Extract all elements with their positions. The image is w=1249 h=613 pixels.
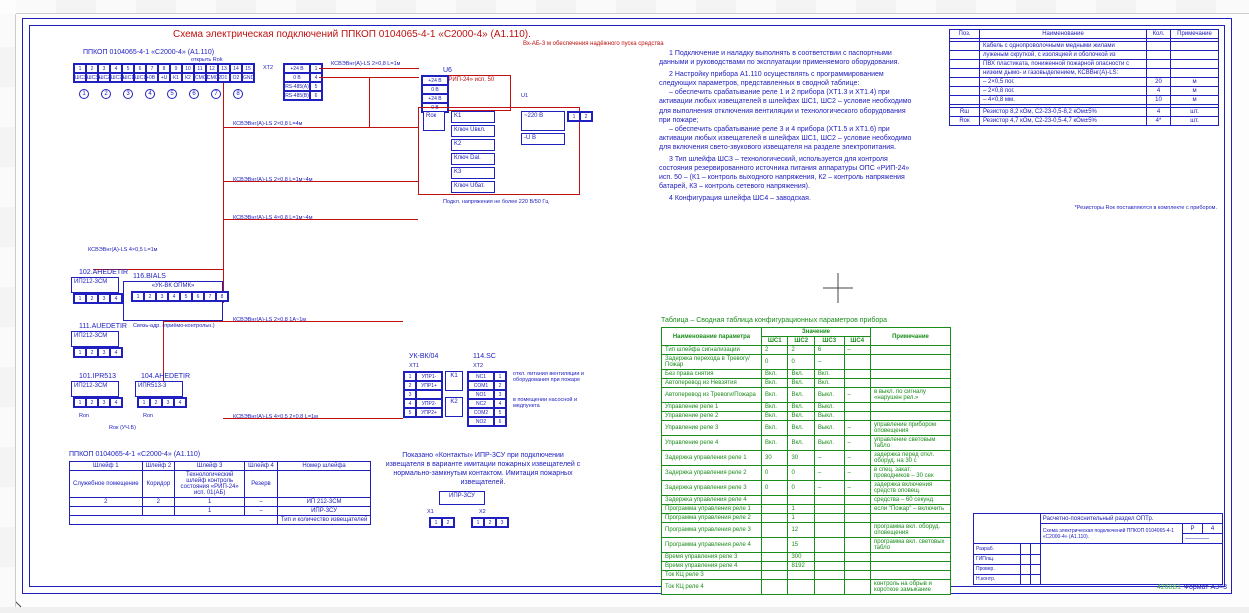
- det-ref-3: 101.IPR513: [79, 373, 116, 380]
- circle-6: 6: [189, 89, 199, 99]
- det-terms-2: 1234: [73, 347, 123, 358]
- ipr-box: ИПR513-3: [135, 381, 183, 397]
- ukvk-xt1-names: УПР1- УПР1+ УПР2- УПР2+: [415, 371, 443, 418]
- circle-4: 4: [145, 89, 155, 99]
- wire-label-7: КСВЭВнг(А)-LS 4×0,5 2×0,8 L=1м: [233, 414, 318, 420]
- ipr-terms: 1234: [137, 397, 187, 408]
- ukvk-xt1: XT1: [409, 363, 419, 369]
- rok-label-2: Ron: [143, 413, 153, 419]
- ipr-ref: 104.AHEDETIR: [141, 373, 190, 380]
- circle-5: 5: [167, 89, 177, 99]
- relay-k2: K2: [451, 139, 495, 151]
- ipr3su-x1-terms: 12: [429, 517, 455, 528]
- cad-viewport[interactable]: Схема электрическая подключений ППКОП 01…: [0, 0, 1249, 607]
- title-block: Расчетно-пояснительный раздел ОПТр. Схем…: [973, 513, 1223, 585]
- circle-7: 7: [211, 89, 221, 99]
- wire-segment: [223, 418, 403, 419]
- main-device-terminals-names: ШС3-ШС3+ШС2-ШС2+ШС1-ШС1+0В+UК1К2CMC1CMC2…: [73, 72, 255, 83]
- ukvk-k1: K1: [445, 371, 463, 391]
- relay-k3: K3: [451, 167, 495, 179]
- ukvk-k2: K2: [445, 397, 463, 417]
- config-table-title: Таблица – Сводная таблица конфигурационн…: [661, 316, 887, 325]
- wire-label-6: КСВЭВнг(А)-LS 2×0,8 1A~1м: [233, 317, 306, 323]
- status-format: Формат A3×3: [1184, 584, 1227, 591]
- crosshair-icon: [823, 273, 853, 303]
- config-table: Наименование параметра Значение Примечан…: [661, 327, 951, 595]
- circle-8: 8: [233, 89, 243, 99]
- ipr3su-x2: X2: [479, 509, 486, 515]
- rok-label-1: Ron: [79, 413, 89, 419]
- wire-segment: [223, 181, 418, 182]
- det-box-3: ИП212-3СМ: [71, 381, 119, 397]
- u1-terminals: ~220 В: [521, 111, 565, 131]
- notes-block: 1 Подключение и наладку выполнять в соот…: [659, 49, 919, 204]
- relay-kluch-ubkl: Ключ Uвкл.: [451, 125, 495, 137]
- wire-label-3: КСВЭВнг(А)-LS 2×0,8 L=1м~4м: [233, 177, 312, 183]
- circle-3: 3: [123, 89, 133, 99]
- ruler-horizontal: [16, 0, 1249, 14]
- ukvk-xt2-nums: 123456: [493, 371, 507, 427]
- bials-ref: 116.BIALS: [133, 273, 166, 280]
- det-ref-1: 102.AHEDETIR: [79, 269, 128, 276]
- lower-table-title: ППКОП 0104065-4-1 «С2000-4» (А1.110): [69, 451, 200, 458]
- wire-segment: [223, 127, 418, 128]
- drawing-sheet[interactable]: Схема электрическая подключений ППКОП 01…: [22, 18, 1232, 594]
- rip-ref: U6: [443, 67, 452, 74]
- wire-segment: [163, 321, 403, 322]
- ipr3su-x2-terms: 123: [471, 517, 509, 528]
- lower-table: Шлейф 1 Шлейф 2 Шлейф 3 Шлейф 4 Номер шл…: [69, 461, 371, 525]
- main-device-label: ППКОП 0104065-4-1 «С2000-4» (А1.110): [83, 49, 214, 56]
- rok-label-3: Rок (УЧ.Б): [109, 425, 136, 431]
- relay-u1-ref: U1: [521, 93, 528, 99]
- xt2-label: XT2: [263, 65, 273, 71]
- bom-table: Поз. Наименование Кол. Примечание Кабель…: [949, 29, 1219, 126]
- wire-label-4: КСВЭВнг(А)-LS 4×0,8 L=1м~4м: [233, 215, 312, 221]
- bom-footnote: *Резисторы Rок поставляются в комплекте …: [1075, 205, 1217, 211]
- relay-note: Подкл. напряжения не более 220 В/50 Гц: [443, 199, 548, 205]
- bials-terms: 12345678: [131, 291, 229, 302]
- main-device-xt2-right: +24 В 0 В RS-485(A) RS-485(B): [283, 63, 311, 101]
- status-coord: 4268B1: [1157, 584, 1181, 591]
- ipr3su-note: Показано «Контакты» ИПР-3СУ при подключе…: [383, 451, 583, 487]
- wire-label-1: КСВЭВнг(А)-LS 2×0,8 L=1м: [331, 61, 400, 67]
- det-ref-2: 111.AUEDETIR: [79, 323, 127, 330]
- ipr3su-label: ИПР-3СУ: [439, 491, 485, 505]
- rip-label: «РИП-24» исп. 50: [444, 76, 510, 84]
- ruler-vertical: [0, 14, 16, 607]
- top-annotation: Вх-АБ-3 м обеспечения надёжного пуска ср…: [523, 41, 664, 47]
- relay-inner-small: Rок: [423, 111, 445, 131]
- u1-rlabel: -U B: [521, 133, 565, 145]
- wire-segment: [223, 83, 224, 303]
- circle-2: 2: [101, 89, 111, 99]
- ukvk-note: откл. питания вентиляции и оборудования …: [513, 371, 603, 383]
- relay-kluch-ubat: Ключ Uбат.: [451, 181, 495, 193]
- ukvk-ref: 114.SC: [473, 353, 496, 360]
- wire-label-5: КСВЭВнг(А)-LS 4×0,5 L=1м: [88, 247, 157, 253]
- det-box-2: ИП212-3СМ: [71, 331, 119, 347]
- relay-kluch-dal: Ключ Dal.: [451, 153, 495, 165]
- wire-segment: [223, 219, 418, 220]
- relay-k1: K1: [451, 111, 495, 123]
- drawing-title: Схема электрическая подключений ППКОП 01…: [173, 29, 531, 40]
- det-terms-3: 1234: [73, 397, 123, 408]
- rip-box: «РИП-24» исп. 50: [443, 75, 511, 111]
- u1-terms-nums: 12: [567, 111, 593, 122]
- det-box-1: ИП212-3СМ: [71, 277, 119, 293]
- bials-sub: Связь-адр. (приёмо-контрольн.): [133, 323, 223, 329]
- ukvk-note2: в помещении насосной и медпункта: [513, 397, 603, 409]
- wire-segment: [369, 77, 370, 127]
- ukvk-xt2-names: NC1 COM1 NO1 NC2 COM2 NO2: [467, 371, 495, 427]
- wire-segment: [319, 68, 419, 69]
- ukvk-xt2: XT2: [473, 363, 483, 369]
- ipr3su-x1: X1: [427, 509, 434, 515]
- circle-1: 1: [79, 89, 89, 99]
- ukvk-label: УК-ВК/04: [409, 353, 438, 360]
- det-terms-1: 1234: [73, 293, 123, 304]
